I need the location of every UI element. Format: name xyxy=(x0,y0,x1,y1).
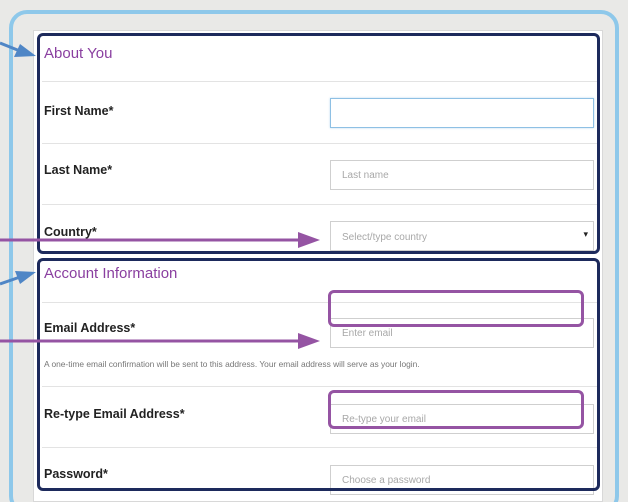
blue-arrow-about xyxy=(0,41,36,57)
purple-arrow-country xyxy=(0,232,320,248)
annotation-arrows xyxy=(0,41,320,349)
purple-arrow-email xyxy=(0,333,320,349)
blue-arrow-account xyxy=(0,271,36,286)
